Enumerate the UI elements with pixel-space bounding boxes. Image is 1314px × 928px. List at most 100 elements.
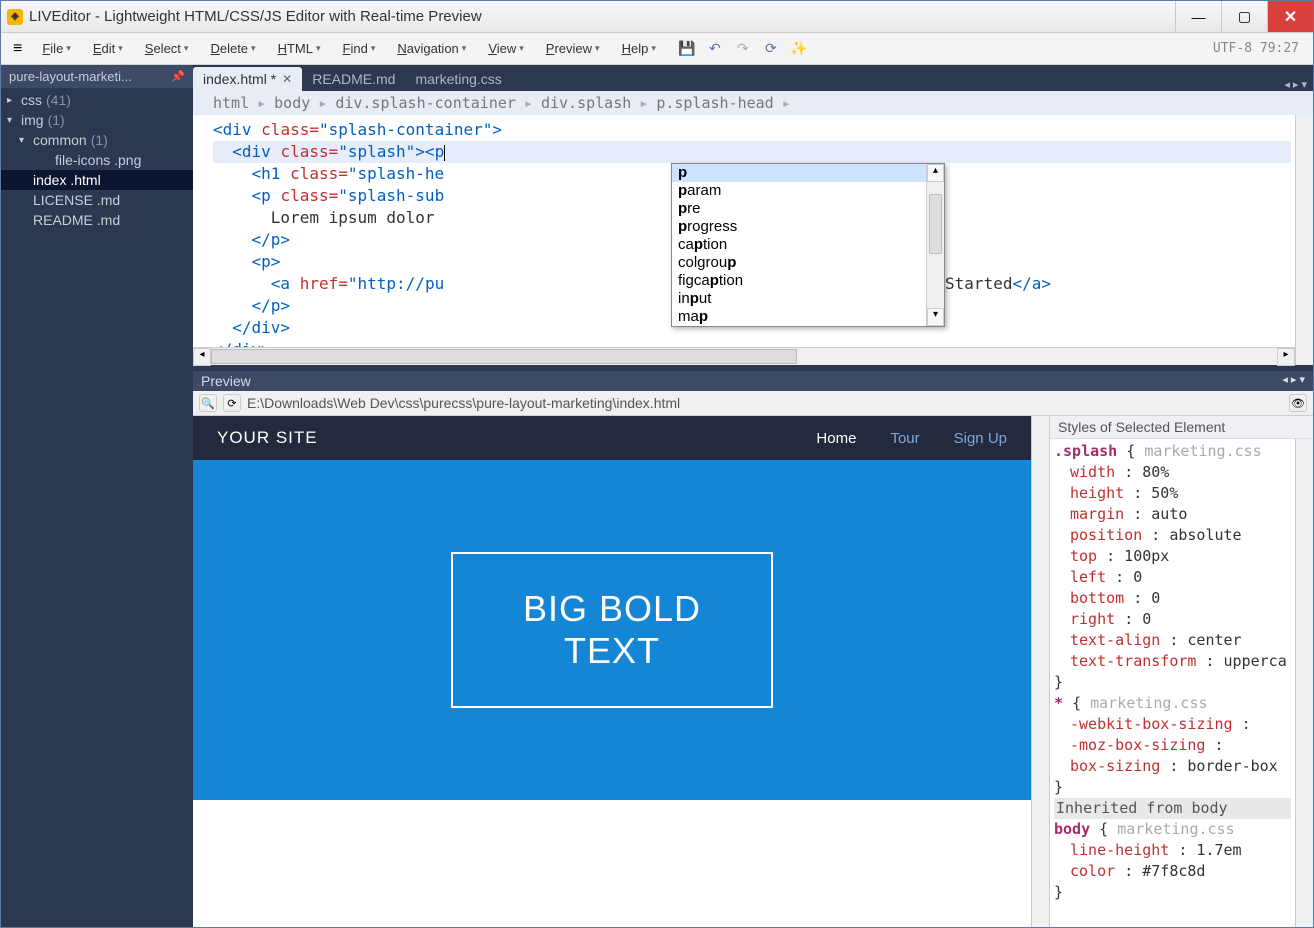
autocomplete-popup[interactable]: pparampreprogresscaptioncolgroupfigcapti…	[671, 163, 945, 327]
text-cursor	[444, 145, 445, 161]
scroll-down-icon[interactable]: ▾	[927, 308, 944, 326]
code-token: >	[492, 120, 502, 139]
autocomplete-item[interactable]: pre	[672, 200, 926, 218]
inspect-icon[interactable]: 🔍	[199, 394, 217, 412]
breadcrumb: html ▸ body ▸ div.splash-container ▸ div.splas…	[193, 91, 1313, 115]
maximize-button[interactable]: ▢	[1221, 1, 1267, 32]
nav-link-home[interactable]: Home	[816, 430, 856, 447]
minimize-button[interactable]: —	[1175, 1, 1221, 32]
code-token: href=	[300, 274, 348, 293]
code-token: </p>	[213, 296, 290, 315]
menu-find[interactable]: Find▾	[333, 37, 386, 60]
preview-header: Preview ◂ ▸ ▾	[193, 371, 1313, 391]
breadcrumb-sep: ▸	[782, 94, 791, 112]
code-token: <h1	[213, 164, 290, 183]
menu-delete[interactable]: Delete▾	[200, 37, 265, 60]
tab-close-icon[interactable]: ✕	[282, 72, 292, 86]
sidebar-tab-title: pure-layout-marketi...	[9, 69, 132, 84]
breadcrumb-item[interactable]: html	[213, 94, 249, 112]
menu-navigation[interactable]: Navigation▾	[387, 37, 476, 60]
preview-render[interactable]: YOUR SITE Home Tour Sign Up BIG BOLD TEX…	[193, 416, 1031, 927]
tree-item[interactable]: LICENSE .md	[1, 190, 193, 210]
preview-vscrollbar[interactable]	[1031, 416, 1049, 927]
code-token: Lorem ipsum dolor	[213, 208, 444, 227]
tabs-nav-arrows[interactable]: ◂ ▸ ▾	[1278, 78, 1313, 91]
tab-readme[interactable]: README.md	[302, 67, 405, 91]
menu-html[interactable]: HTML▾	[268, 37, 331, 60]
styles-vscrollbar[interactable]	[1295, 439, 1313, 927]
tab-index-html[interactable]: index.html * ✕	[193, 67, 302, 91]
autocomplete-item[interactable]: progress	[672, 218, 926, 236]
tree-item[interactable]: ▾common (1)	[1, 130, 193, 150]
splash-line-2: TEXT	[523, 630, 701, 672]
autocomplete-item[interactable]: input	[672, 290, 926, 308]
editor-wrap: <div class="splash-container"> <div clas…	[193, 115, 1295, 365]
tree-item[interactable]: README .md	[1, 210, 193, 230]
menu-view[interactable]: View▾	[478, 37, 533, 60]
breadcrumb-item[interactable]: body	[274, 94, 310, 112]
hamburger-icon[interactable]: ≡	[5, 36, 30, 62]
scroll-thumb[interactable]	[929, 194, 942, 254]
redo-icon[interactable]: ↷	[734, 40, 752, 58]
tab-label: README.md	[312, 71, 395, 87]
nav-link-tour[interactable]: Tour	[890, 430, 919, 447]
menu-select[interactable]: Select▾	[135, 37, 199, 60]
breadcrumb-item[interactable]: p.splash-head	[656, 94, 773, 112]
tab-marketing-css[interactable]: marketing.css	[405, 67, 511, 91]
menu-edit[interactable]: Edit▾	[83, 37, 133, 60]
breadcrumb-item[interactable]: div.splash	[541, 94, 631, 112]
styles-body[interactable]: .splash { marketing.csswidth : 80%height…	[1050, 439, 1295, 927]
splash-line-1: BIG BOLD	[523, 588, 701, 630]
styles-header: Styles of Selected Element	[1050, 416, 1313, 439]
undo-icon[interactable]: ↶	[706, 40, 724, 58]
scroll-up-icon[interactable]: ▴	[927, 164, 944, 182]
code-token: </a>	[1012, 274, 1051, 293]
autocomplete-item[interactable]: colgroup	[672, 254, 926, 272]
window-title: LIVEditor - Lightweight HTML/CSS/JS Edit…	[29, 8, 1175, 25]
nav-link-signup[interactable]: Sign Up	[954, 430, 1007, 447]
breadcrumb-sep: ▸	[524, 94, 533, 112]
code-token: class=	[290, 164, 348, 183]
reload-icon[interactable]: ⟳	[223, 394, 241, 412]
code-token: "http://pu	[348, 274, 444, 293]
wand-icon[interactable]: ✨	[790, 40, 808, 58]
tree-item[interactable]: file-icons .png	[1, 150, 193, 170]
preview-body: YOUR SITE Home Tour Sign Up BIG BOLD TEX…	[193, 416, 1313, 927]
titlebar: ◈ LIVEditor - Lightweight HTML/CSS/JS Ed…	[1, 1, 1313, 33]
preview-whitespace	[193, 800, 1031, 880]
menu-preview[interactable]: Preview▾	[536, 37, 610, 60]
editor-vscrollbar[interactable]	[1295, 115, 1313, 365]
toolbar: 💾 ↶ ↷ ⟳ ✨	[678, 40, 808, 58]
preview-nav-arrows[interactable]: ◂ ▸ ▾	[1282, 373, 1305, 389]
menu-file[interactable]: File▾	[32, 37, 81, 60]
close-button[interactable]: ✕	[1267, 1, 1313, 32]
scroll-left-icon[interactable]: ◂	[193, 348, 211, 366]
code-token: </p>	[213, 230, 290, 249]
autocomplete-scrollbar[interactable]: ▴ ▾	[926, 164, 944, 326]
splash: BIG BOLD TEXT	[193, 460, 1031, 800]
breadcrumb-item[interactable]: div.splash-container	[335, 94, 516, 112]
tree-item[interactable]: ▸css (41)	[1, 90, 193, 110]
save-icon[interactable]: 💾	[678, 40, 696, 58]
eye-icon[interactable]: 👁	[1289, 394, 1307, 412]
tree-item[interactable]: ▾img (1)	[1, 110, 193, 130]
autocomplete-list: pparampreprogresscaptioncolgroupfigcapti…	[672, 164, 926, 326]
tree-item[interactable]: index .html	[1, 170, 193, 190]
scroll-track[interactable]	[211, 348, 1277, 365]
refresh-icon[interactable]: ⟳	[762, 40, 780, 58]
autocomplete-item[interactable]: p	[672, 164, 926, 182]
code-token: "splash-container"	[319, 120, 492, 139]
menubar: ≡ File▾ Edit▾ Select▾ Delete▾ HTML▾ Find…	[1, 33, 1313, 65]
scroll-right-icon[interactable]: ▸	[1277, 348, 1295, 366]
autocomplete-item[interactable]: param	[672, 182, 926, 200]
autocomplete-item[interactable]: map	[672, 308, 926, 326]
code-token: "splash"	[338, 142, 415, 161]
editor-hscrollbar[interactable]: ◂ ▸	[193, 347, 1295, 365]
autocomplete-item[interactable]: figcaption	[672, 272, 926, 290]
scroll-thumb[interactable]	[211, 349, 797, 364]
autocomplete-item[interactable]: caption	[672, 236, 926, 254]
sidebar-tab[interactable]: pure-layout-marketi... 📌	[1, 65, 193, 88]
menu-help[interactable]: Help▾	[612, 37, 666, 60]
pin-icon[interactable]: 📌	[171, 70, 185, 83]
breadcrumb-sep: ▸	[639, 94, 648, 112]
